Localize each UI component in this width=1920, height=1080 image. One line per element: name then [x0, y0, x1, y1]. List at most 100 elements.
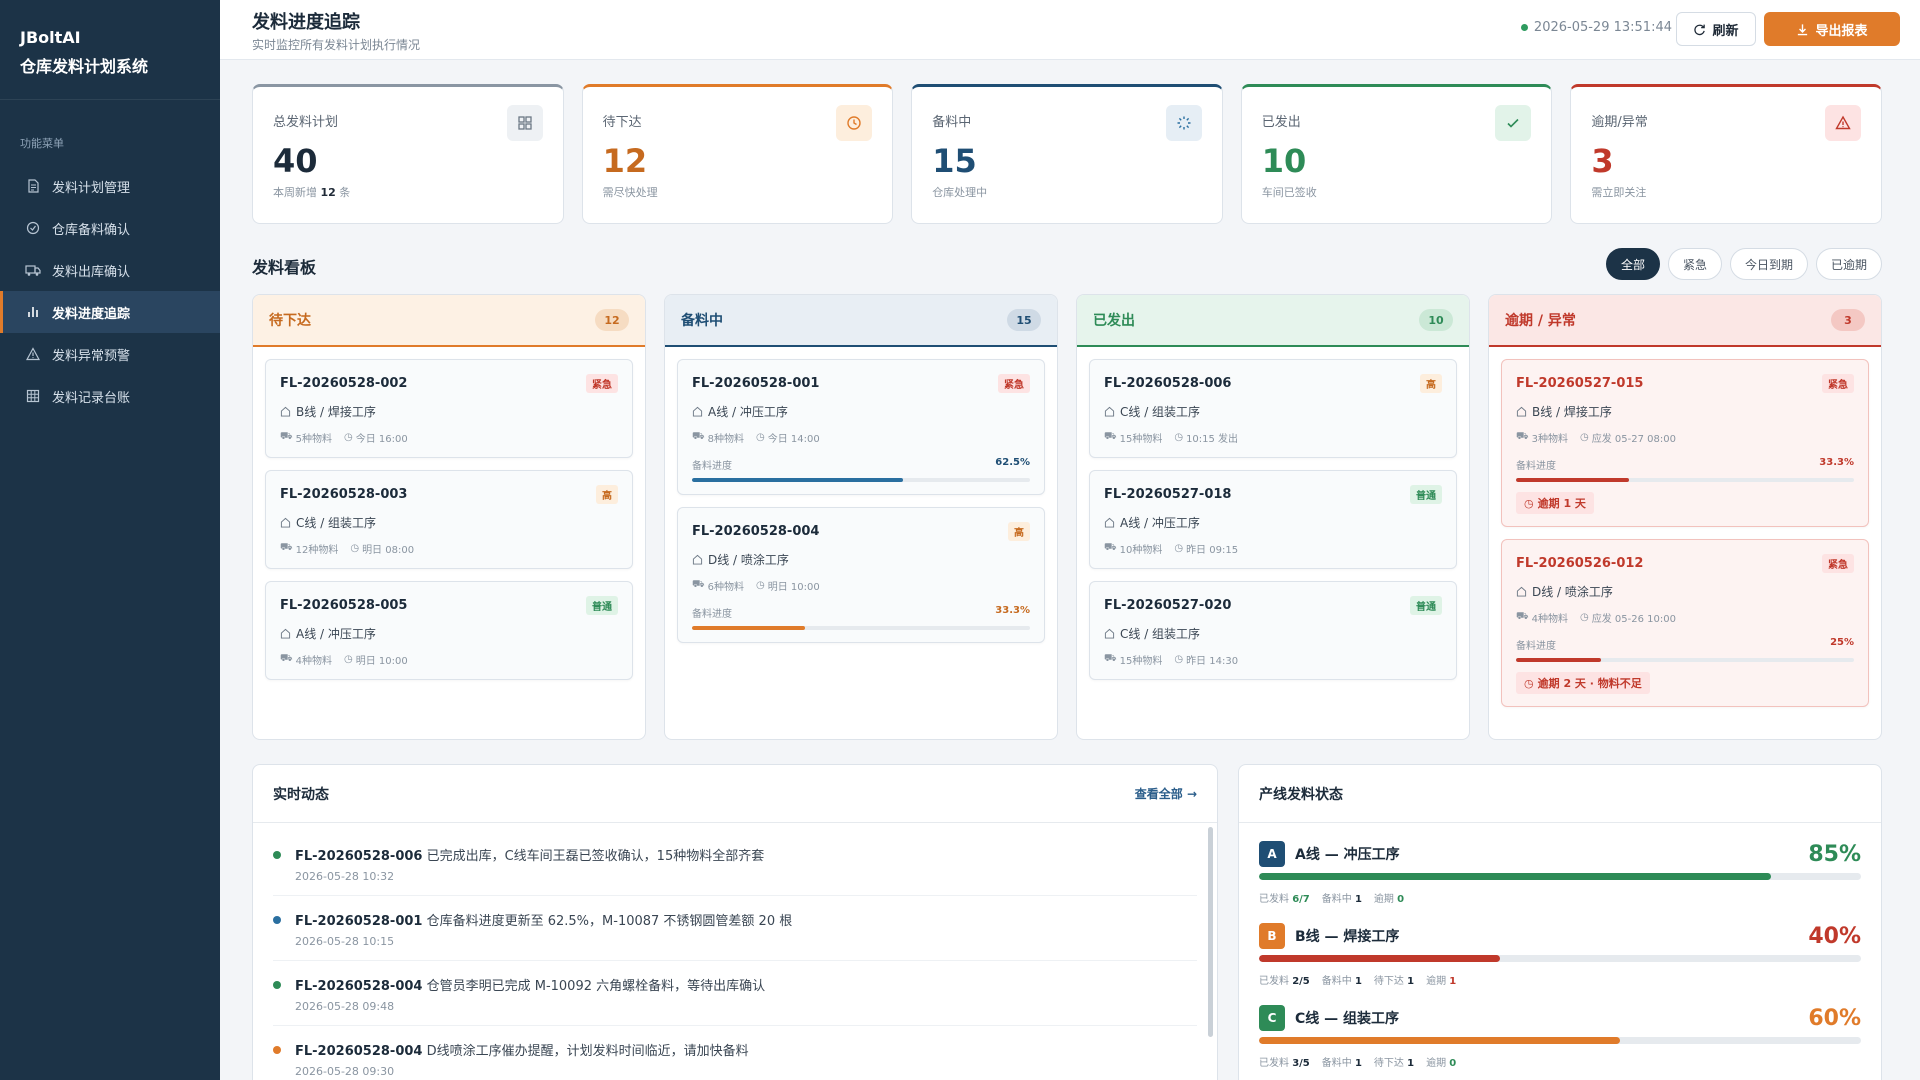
kanban-card[interactable]: FL-20260528-006 高 C线 / 组装工序 ⛟ 15种物料 ◷ 10:15…: [1089, 359, 1457, 458]
card-id: FL-20260528-005: [280, 598, 408, 613]
page-header: 发料进度追踪 实时监控所有发料计划执行情况 2026-05-29 13:51:4…: [220, 0, 1920, 60]
truck-icon: ⛟: [280, 653, 293, 664]
progress-bar: [1516, 658, 1854, 662]
sidebar-item-progress-tracking[interactable]: 发料进度追踪: [0, 291, 220, 333]
card-line: A线 / 冲压工序: [1104, 514, 1442, 531]
line-name: B线 — 焊接工序: [1295, 929, 1400, 945]
refresh-icon: [1693, 23, 1706, 36]
line-progress-fill: [1259, 873, 1771, 880]
card-line: A线 / 冲压工序: [692, 403, 1030, 420]
activity-item: FL-20260528-006 已完成出库，C线车间王磊已签收确认，15种物料全…: [273, 831, 1197, 896]
sidebar-item-label: 发料记录台账: [52, 390, 131, 406]
status-dot: [273, 916, 281, 924]
refresh-button[interactable]: 刷新: [1676, 12, 1756, 46]
kanban-header: 发料看板 全部 紧急 今日到期 已逾期: [252, 246, 1882, 282]
line-status-item: A A线 — 冲压工序 85% 已发料 6/7 备料中 1 逾期 0: [1239, 823, 1881, 905]
scrollbar[interactable]: [1208, 827, 1213, 1037]
kanban-card[interactable]: FL-20260528-001 紧急 A线 / 冲压工序 ⛟ 8种物料 ◷ 今日 14…: [677, 359, 1045, 495]
activity-time: 2026-05-28 10:15: [295, 935, 395, 948]
progress-value: 25%: [1830, 637, 1854, 648]
overdue-badge: ◷ 逾期 2 天 · 物料不足: [1516, 672, 1650, 694]
kanban-card[interactable]: FL-20260528-002 紧急 B线 / 焊接工序 ⛟ 5种物料 ◷ 今日 16…: [265, 359, 633, 458]
clock-icon: ◷: [1524, 496, 1534, 510]
activity-plan-id: FL-20260528-001: [295, 914, 423, 929]
view-all-link[interactable]: 查看全部 →: [1135, 785, 1197, 802]
kanban-column-pending: 待下达 12 FL-20260528-002 紧急 B线 / 焊接工序 ⛟ 5种物…: [252, 294, 646, 740]
progress-fill: [692, 478, 904, 482]
kanban-column-overdue: 逾期 / 异常 3 FL-20260527-015 紧急 B线 / 焊接工序 ⛟…: [1488, 294, 1882, 740]
kanban-filters: 全部 紧急 今日到期 已逾期: [1605, 248, 1882, 280]
menu-title: 功能菜单: [20, 137, 64, 150]
brand: JBoltAI 仓库发料计划系统: [0, 0, 220, 100]
activity-plan-id: FL-20260528-004: [295, 1044, 423, 1059]
card-line: C线 / 组装工序: [1104, 625, 1442, 642]
kanban-card[interactable]: FL-20260527-018 普通 A线 / 冲压工序 ⛟ 10种物料 ◷ 昨日 0…: [1089, 470, 1457, 569]
grid-icon: [506, 105, 543, 141]
clock-icon: ◷: [755, 580, 765, 591]
stat-note: 车间已签收: [1261, 186, 1317, 199]
status-dot: [273, 981, 281, 989]
truck-icon: ⛟: [1516, 431, 1529, 442]
column-header: 备料中 15: [665, 295, 1057, 347]
sidebar-item-label: 发料异常预警: [52, 348, 131, 364]
clock-icon: ◷: [1579, 432, 1589, 443]
sidebar-item-outbound-confirm[interactable]: 发料出库确认: [0, 249, 220, 291]
stat-note: 需立即关注: [1591, 186, 1647, 199]
activity-list: FL-20260528-006 已完成出库，C线车间王磊已签收确认，15种物料全…: [253, 823, 1217, 1080]
line-stats: 已发料 3/5 备料中 1 待下达 1 逾期 0: [1259, 1058, 1457, 1069]
sidebar-item-warehouse-prep[interactable]: 仓库备料确认: [0, 207, 220, 249]
page-subtitle: 实时监控所有发料计划执行情况: [252, 38, 421, 52]
kanban-card[interactable]: FL-20260527-015 紧急 B线 / 焊接工序 ⛟ 3种物料 ◷ 应发 05…: [1501, 359, 1869, 527]
clock-icon: ◷: [1174, 432, 1184, 443]
priority-tag: 普通: [1410, 596, 1442, 615]
column-header: 逾期 / 异常 3: [1489, 295, 1881, 347]
priority-tag: 紧急: [1822, 374, 1854, 393]
check-icon: [1495, 105, 1532, 141]
home-icon: [280, 517, 291, 528]
truck-icon: ⛟: [692, 431, 705, 442]
kanban-card[interactable]: FL-20260527-020 普通 C线 / 组装工序 ⛟ 15种物料 ◷ 昨日 1…: [1089, 581, 1457, 680]
status-dot: [273, 1046, 281, 1054]
sidebar-item-plan-management[interactable]: 发料计划管理: [0, 165, 220, 207]
warning-icon: [24, 345, 42, 363]
card-id: FL-20260528-001: [692, 376, 820, 391]
clock-icon: ◷: [350, 543, 360, 554]
kanban-card[interactable]: FL-20260528-005 普通 A线 / 冲压工序 ⛟ 4种物料 ◷ 明日 10…: [265, 581, 633, 680]
filter-urgent[interactable]: 紧急: [1667, 248, 1722, 280]
line-stats: 已发料 6/7 备料中 1 逾期 0: [1259, 894, 1405, 905]
sidebar-item-exception-alert[interactable]: 发料异常预警: [0, 333, 220, 375]
priority-tag: 紧急: [586, 374, 618, 393]
stat-card-total[interactable]: 总发料计划 40 本周新增 12 条: [252, 84, 564, 224]
home-icon: [280, 406, 291, 417]
sidebar-item-records-ledger[interactable]: 发料记录台账: [0, 375, 220, 417]
clock-icon: ◷: [1579, 612, 1589, 623]
column-count: 12: [595, 309, 629, 331]
panel-title: 实时动态: [273, 786, 329, 803]
stat-card-pending[interactable]: 待下达 12 需尽快处理: [581, 84, 894, 224]
kanban-card[interactable]: FL-20260528-004 高 D线 / 喷涂工序 ⛟ 6种物料 ◷ 明日 10:…: [677, 507, 1045, 643]
kanban-card[interactable]: FL-20260528-003 高 C线 / 组装工序 ⛟ 12种物料 ◷ 明日 08…: [265, 470, 633, 569]
filter-due-today[interactable]: 今日到期: [1729, 248, 1808, 280]
progress-fill: [1516, 478, 1629, 482]
truck-icon: ⛟: [1104, 653, 1117, 664]
progress-row: 备料进度 33.3%: [692, 605, 1030, 620]
card-meta: ⛟ 10种物料 ◷ 昨日 09:15: [1104, 542, 1239, 556]
stat-card-shipped[interactable]: 已发出 10 车间已签收: [1240, 84, 1553, 224]
progress-bar: [1516, 478, 1854, 482]
stat-card-preparing[interactable]: 备料中 15 仓库处理中: [911, 84, 1223, 224]
live-status-dot: [1520, 24, 1528, 31]
filter-all[interactable]: 全部: [1605, 248, 1660, 280]
export-report-button[interactable]: 导出报表: [1764, 12, 1900, 46]
filter-overdue[interactable]: 已逾期: [1815, 248, 1882, 280]
stat-card-overdue[interactable]: 逾期/异常 3 需立即关注: [1570, 84, 1882, 224]
stat-note: 本周新增 12 条: [273, 186, 351, 199]
line-stats: 已发料 2/5 备料中 1 待下达 1 逾期 1: [1259, 976, 1457, 987]
warning-icon: [1824, 105, 1861, 141]
check-circle-icon: [24, 219, 42, 237]
status-dot: [273, 851, 281, 859]
stat-value: 15: [932, 142, 977, 180]
stat-note: 需尽快处理: [602, 186, 658, 199]
progress-bar: [692, 478, 1030, 482]
kanban-card[interactable]: FL-20260526-012 紧急 D线 / 喷涂工序 ⛟ 4种物料 ◷ 应发 05…: [1501, 539, 1869, 707]
current-time: 2026-05-29 13:51:44: [1520, 20, 1672, 35]
